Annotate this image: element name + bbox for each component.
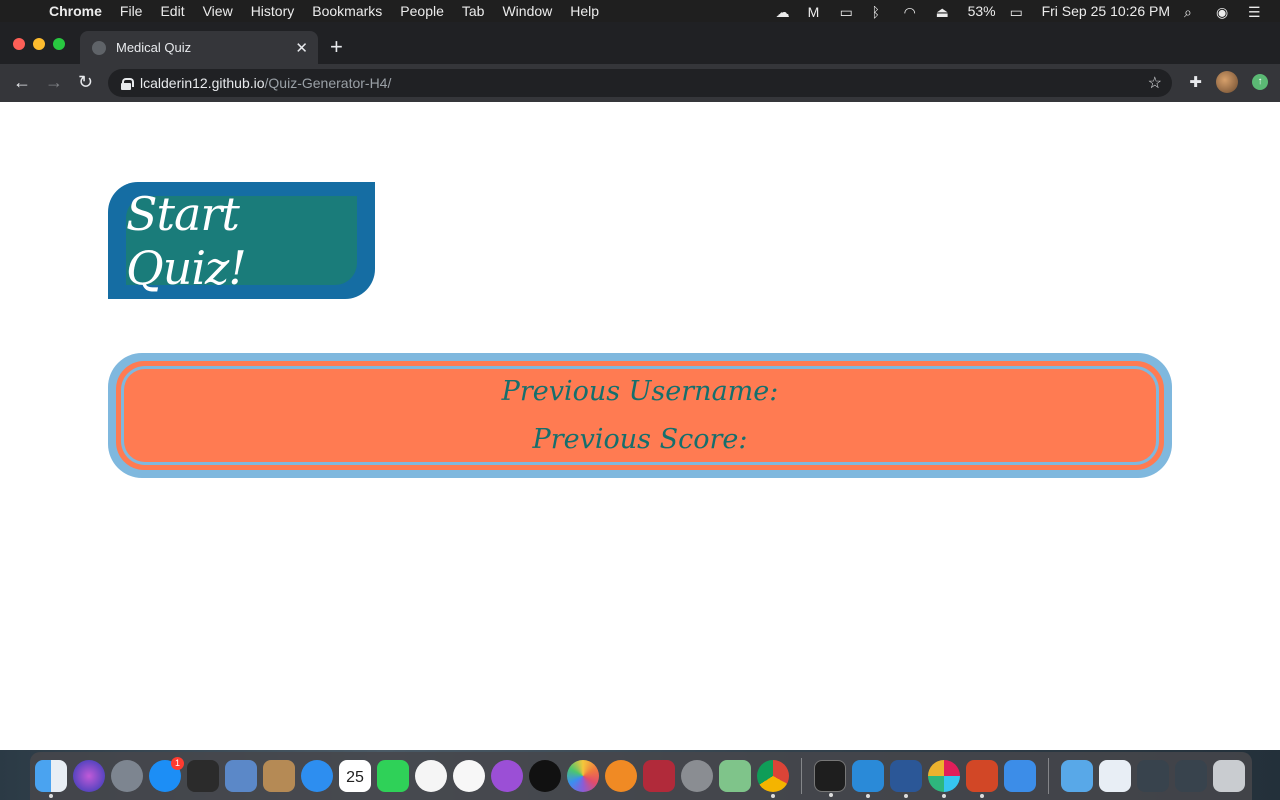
update-arrow-icon[interactable]: ↑ — [1252, 74, 1268, 90]
new-tab-button[interactable]: + — [330, 36, 343, 58]
start-quiz-label[interactable]: Start Quiz! — [126, 187, 357, 295]
menu-edit[interactable]: Edit — [151, 3, 193, 19]
launchpad-icon[interactable] — [111, 760, 143, 792]
menu-people[interactable]: People — [391, 3, 453, 19]
forward-arrow-icon[interactable]: → — [45, 71, 63, 93]
address-bar[interactable]: lcalderin12.github.io /Quiz-Generator-H4… — [108, 69, 1172, 97]
reload-icon[interactable]: ↻ — [78, 71, 93, 93]
photos-icon[interactable] — [567, 760, 599, 792]
slack-icon[interactable] — [928, 760, 960, 798]
dock-separator — [801, 758, 802, 794]
battery-icon[interactable]: ▭ — [1010, 4, 1028, 20]
lock-icon[interactable] — [121, 77, 134, 90]
menu-file[interactable]: File — [111, 3, 152, 19]
menu-window[interactable]: Window — [493, 3, 561, 19]
folder-icon[interactable] — [1061, 760, 1093, 792]
trash-icon[interactable] — [1213, 760, 1245, 792]
menu-help[interactable]: Help — [561, 3, 608, 19]
siri-icon[interactable] — [73, 760, 105, 792]
menu-app-name[interactable]: Chrome — [40, 3, 111, 19]
battery-percent[interactable]: 53% — [968, 3, 996, 19]
menu-tab[interactable]: Tab — [453, 3, 494, 19]
finder-icon[interactable] — [35, 760, 67, 798]
podcasts-icon[interactable] — [491, 760, 523, 792]
document-icon[interactable] — [1099, 760, 1131, 792]
start-quiz-button[interactable]: Start Quiz! — [108, 182, 375, 299]
zoom-window-button[interactable] — [53, 38, 65, 50]
url-path: /Quiz-Generator-H4/ — [264, 75, 392, 91]
bluetooth-icon[interactable]: ᛒ — [872, 4, 890, 20]
music-icon[interactable] — [453, 760, 485, 792]
macos-dock: 1 25 — [30, 752, 1252, 800]
wifi-icon[interactable]: ◠ — [904, 4, 922, 20]
bookmark-star-icon[interactable]: ☆ — [1148, 73, 1162, 93]
siri-menu-icon[interactable]: ◉ — [1216, 4, 1234, 20]
safari-icon[interactable] — [301, 760, 333, 792]
photo-booth-icon[interactable] — [187, 760, 219, 792]
minimize-window-button[interactable] — [33, 38, 45, 50]
spotlight-search-icon[interactable]: ⌕ — [1184, 4, 1202, 20]
tab-title: Medical Quiz — [116, 40, 192, 55]
page-viewport: Start Quiz! Previous Username: Previous … — [0, 102, 1280, 750]
browser-tab-strip: Medical Quiz ✕ + — [0, 22, 1280, 64]
facetime-icon[interactable] — [377, 760, 409, 792]
browser-toolbar: ← → ↻ lcalderin12.github.io /Quiz-Genera… — [0, 64, 1280, 102]
airplay-icon[interactable]: ▭ — [840, 4, 858, 20]
menu-clock[interactable]: Fri Sep 25 10:26 PM — [1042, 3, 1170, 19]
macos-menu-bar: Chrome File Edit View History Bookmarks … — [0, 0, 1280, 22]
menu-bookmarks[interactable]: Bookmarks — [303, 3, 391, 19]
maps-icon[interactable] — [719, 760, 751, 792]
tv-icon[interactable] — [529, 760, 561, 792]
profile-avatar[interactable] — [1216, 71, 1238, 93]
creative-cloud-icon[interactable]: ☁ — [776, 4, 794, 20]
photo-booth-2-icon[interactable] — [643, 760, 675, 792]
previous-score-label: Previous Score: — [532, 423, 748, 455]
malwarebytes-icon[interactable]: M — [808, 4, 826, 20]
calendar-icon[interactable]: 25 — [339, 760, 371, 792]
app-store-icon[interactable]: 1 — [149, 757, 184, 792]
back-arrow-icon[interactable]: ← — [13, 71, 31, 93]
books-icon[interactable] — [605, 760, 637, 792]
globe-icon — [92, 40, 106, 55]
browser-tab-active[interactable]: Medical Quiz ✕ — [80, 31, 318, 64]
menu-view[interactable]: View — [194, 3, 242, 19]
powerpoint-icon[interactable] — [966, 760, 998, 798]
screenshot-2-icon[interactable] — [1175, 760, 1207, 792]
terminal-icon[interactable] — [814, 760, 846, 797]
chrome-icon[interactable] — [757, 760, 789, 798]
previous-username-label: Previous Username: — [501, 375, 779, 407]
xcode-icon[interactable] — [1004, 760, 1036, 792]
url-host: lcalderin12.github.io — [140, 75, 265, 91]
dock-separator-2 — [1048, 758, 1049, 794]
previous-results-content: Previous Username: Previous Score: — [124, 369, 1156, 462]
app-store-badge: 1 — [171, 757, 184, 770]
notification-center-icon[interactable]: ☰ — [1248, 4, 1266, 20]
previous-results-panel: Previous Username: Previous Score: — [108, 353, 1172, 478]
calendar-day: 25 — [346, 769, 364, 786]
vscode-icon[interactable] — [852, 760, 884, 798]
system-preferences-icon[interactable] — [681, 760, 713, 792]
preview-icon[interactable] — [225, 760, 257, 792]
extensions-puzzle-icon[interactable]: ✚ — [1189, 73, 1202, 91]
word-icon[interactable] — [890, 760, 922, 798]
close-window-button[interactable] — [13, 38, 25, 50]
contacts-icon[interactable] — [263, 760, 295, 792]
screenshot-1-icon[interactable] — [1137, 760, 1169, 792]
menu-history[interactable]: History — [242, 3, 304, 19]
tab-close-icon[interactable]: ✕ — [295, 39, 308, 57]
eject-icon[interactable]: ⏏ — [936, 4, 954, 20]
news-icon[interactable] — [415, 760, 447, 792]
